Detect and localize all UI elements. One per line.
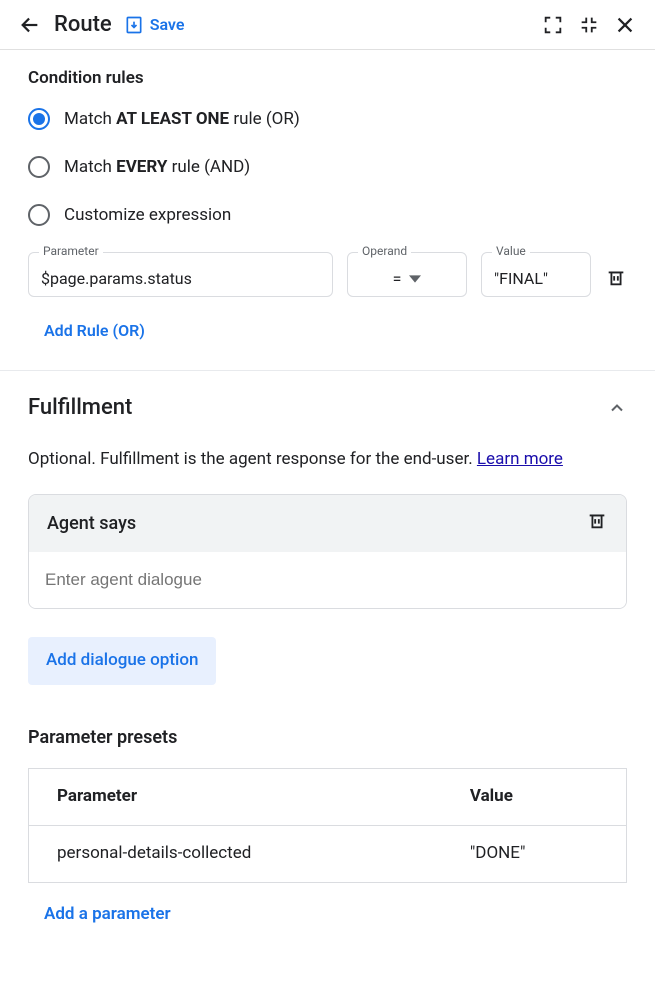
parameter-field[interactable]: Parameter $page.params.status [28, 252, 333, 297]
add-parameter-button[interactable]: Add a parameter [44, 903, 627, 927]
trash-icon [605, 266, 627, 288]
trash-icon [586, 509, 608, 531]
close-icon [614, 14, 636, 36]
radio-custom-expression[interactable]: Customize expression [28, 204, 627, 226]
fulfillment-title: Fulfillment [28, 395, 132, 420]
operand-field[interactable]: Operand = [347, 252, 467, 297]
back-button[interactable] [18, 13, 42, 37]
col-value: Value [442, 768, 627, 825]
chevron-down-icon [409, 273, 421, 285]
radio-match-and[interactable]: Match EVERY rule (AND) [28, 156, 627, 178]
agent-dialogue-input[interactable] [29, 552, 626, 608]
save-icon [124, 15, 144, 35]
rule-row: Parameter $page.params.status Operand = … [28, 252, 627, 297]
learn-more-link[interactable]: Learn more [477, 449, 563, 469]
radio-icon [28, 156, 50, 178]
value-field[interactable]: Value "FINAL" [481, 252, 591, 297]
radio-icon [28, 108, 50, 130]
fulfillment-body: Optional. Fulfillment is the agent respo… [0, 420, 655, 946]
expand-button[interactable] [541, 13, 565, 37]
chevron-up-icon [607, 398, 627, 418]
radio-label: Customize expression [64, 205, 231, 225]
arrow-left-icon [19, 14, 41, 36]
parameter-presets-title: Parameter presets [28, 725, 627, 750]
value-value: "FINAL" [494, 269, 548, 288]
radio-match-or[interactable]: Match AT LEAST ONE rule (OR) [28, 108, 627, 130]
save-label: Save [150, 15, 185, 34]
value-label: Value [492, 244, 530, 258]
page-title: Route [54, 12, 112, 37]
parameter-label: Parameter [39, 244, 103, 258]
table-row[interactable]: personal-details-collected "DONE" [29, 825, 627, 882]
fulfillment-description: Optional. Fulfillment is the agent respo… [28, 448, 627, 472]
radio-icon [28, 204, 50, 226]
condition-radio-list: Match AT LEAST ONE rule (OR) Match EVERY… [28, 108, 627, 226]
parameter-presets-table: Parameter Value personal-details-collect… [28, 768, 627, 883]
table-header-row: Parameter Value [29, 768, 627, 825]
save-button[interactable]: Save [124, 15, 185, 35]
add-dialogue-option-button[interactable]: Add dialogue option [28, 637, 216, 685]
add-rule-button[interactable]: Add Rule (OR) [44, 321, 627, 340]
delete-rule-button[interactable] [605, 266, 627, 292]
operand-label: Operand [358, 244, 411, 258]
operand-value: = [393, 269, 402, 288]
delete-agent-says-button[interactable] [586, 509, 608, 538]
preset-value: "DONE" [442, 825, 627, 882]
topbar: Route Save [0, 0, 655, 50]
agent-says-header: Agent says [29, 495, 626, 552]
collapse-button[interactable] [577, 13, 601, 37]
condition-section: Condition rules Match AT LEAST ONE rule … [0, 50, 655, 370]
preset-parameter: personal-details-collected [29, 825, 442, 882]
col-parameter: Parameter [29, 768, 442, 825]
radio-label: Match EVERY rule (AND) [64, 157, 250, 177]
fulfillment-header[interactable]: Fulfillment [0, 371, 655, 420]
expand-icon [542, 14, 564, 36]
parameter-value: $page.params.status [41, 269, 192, 288]
radio-label: Match AT LEAST ONE rule (OR) [64, 109, 300, 129]
collapse-icon [578, 14, 600, 36]
agent-says-label: Agent says [47, 511, 136, 536]
agent-says-box: Agent says [28, 494, 627, 609]
condition-title: Condition rules [28, 68, 627, 88]
close-button[interactable] [613, 13, 637, 37]
